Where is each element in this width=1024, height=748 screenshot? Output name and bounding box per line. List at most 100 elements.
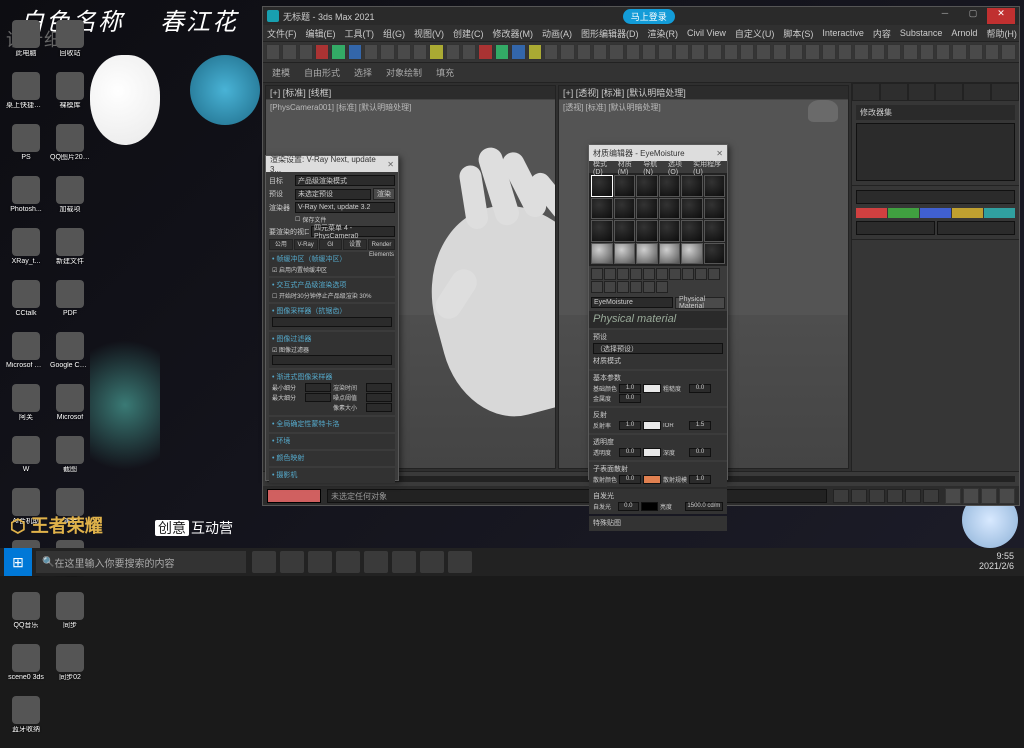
mat-menu-item[interactable]: 材质(M) (618, 159, 637, 176)
render-title[interactable]: 渲染设置: V-Ray Next, update 3...✕ (266, 156, 398, 172)
toolbar-button[interactable] (871, 44, 885, 60)
menu-item[interactable]: 视图(V) (414, 27, 444, 40)
material-slot[interactable] (636, 220, 658, 242)
desktop-icon[interactable]: 桌上快捷已改7x (5, 72, 47, 120)
maximize-button[interactable]: ▢ (959, 8, 987, 24)
toolbar-button[interactable] (691, 44, 705, 60)
ribbon-tab[interactable]: 建模 (266, 66, 296, 79)
menu-item[interactable]: 图形编辑器(D) (581, 27, 639, 40)
menu-item[interactable]: Civil View (687, 28, 726, 38)
material-type-button[interactable]: Physical Material (675, 297, 725, 309)
ribbon-tab[interactable]: 自由形式 (298, 66, 346, 79)
material-slot[interactable] (681, 198, 703, 220)
minimize-button[interactable]: ─ (931, 8, 959, 24)
toolbar-button[interactable] (544, 44, 558, 60)
mat-tool-button[interactable] (656, 268, 668, 280)
mat-tool-button[interactable] (617, 268, 629, 280)
render-tab[interactable]: 公用 (269, 239, 293, 250)
scatter-color-swatch[interactable] (643, 475, 661, 484)
toolbar-button[interactable] (773, 44, 787, 60)
login-button[interactable]: 马上登录 (623, 9, 675, 24)
sampler-type-dropdown[interactable] (272, 317, 392, 327)
target-dropdown[interactable]: 产品级渲染模式 (295, 175, 395, 186)
toolbar-button[interactable] (675, 44, 689, 60)
nav-zoom-icon[interactable] (963, 488, 979, 504)
menu-item[interactable]: 文件(F) (267, 27, 297, 40)
mat-menu[interactable]: 模式(D)材质(M)导航(N)选项(O)实用程序(U) (589, 161, 727, 173)
mat-menu-item[interactable]: 模式(D) (593, 159, 612, 176)
mat-tool-button[interactable] (708, 268, 720, 280)
desktop-icon[interactable]: 新建文件 (49, 228, 91, 276)
desktop-icon[interactable]: Photosh... (5, 176, 47, 224)
menu-item[interactable]: 动画(A) (542, 27, 572, 40)
taskbar-app[interactable] (308, 551, 332, 573)
taskbar-app[interactable] (448, 551, 472, 573)
toolbar-button[interactable] (724, 44, 738, 60)
material-slot[interactable] (659, 175, 681, 197)
desktop-icon[interactable]: QQ音乐 (5, 592, 47, 640)
preset-dropdown[interactable]: （选择预设） (593, 343, 723, 354)
material-editor-dialog[interactable]: 材质编辑器 - EyeMoisture✕ 模式(D)材质(M)导航(N)选项(O… (588, 144, 728, 480)
material-slot[interactable] (681, 175, 703, 197)
toolbar-button[interactable] (495, 44, 509, 60)
toolbar-button[interactable] (887, 44, 901, 60)
start-button[interactable]: ⊞ (4, 548, 32, 576)
toolbar-button[interactable] (528, 44, 542, 60)
material-slot[interactable] (614, 220, 636, 242)
playback-controls[interactable] (833, 489, 939, 503)
menu-item[interactable]: Substance (900, 28, 943, 38)
system-clock[interactable]: 9:552021/2/6 (979, 552, 1020, 572)
taskbar-app[interactable] (420, 551, 444, 573)
toolbar-button[interactable] (478, 44, 492, 60)
maxscript-button[interactable] (267, 489, 321, 503)
rollout-header[interactable]: 修改器集 (856, 105, 1015, 120)
desktop-icon[interactable]: 蓝牙收纳 (5, 696, 47, 744)
toolbar-button[interactable] (413, 44, 427, 60)
toolbar-button[interactable] (511, 44, 525, 60)
render-tab[interactable]: 设置 (343, 239, 367, 250)
mat-tool-button[interactable] (630, 281, 642, 293)
toolbar-button[interactable] (952, 44, 966, 60)
material-slot[interactable] (591, 198, 613, 220)
mat-tool-button[interactable] (695, 268, 707, 280)
mat-tool-button[interactable] (591, 268, 603, 280)
material-slot[interactable] (659, 220, 681, 242)
ribbon-tab[interactable]: 填充 (430, 66, 460, 79)
toolbar-button[interactable] (707, 44, 721, 60)
mat-toolbar[interactable] (589, 266, 727, 295)
mat-tool-button[interactable] (630, 268, 642, 280)
desktop-icon[interactable]: 此电脑 (5, 20, 47, 68)
material-slot[interactable] (704, 243, 726, 265)
mat-tool-button[interactable] (682, 268, 694, 280)
material-slot[interactable] (704, 220, 726, 242)
ribbon-tab[interactable]: 对象绘制 (380, 66, 428, 79)
material-slot[interactable] (636, 243, 658, 265)
nav-orbit-icon[interactable] (981, 488, 997, 504)
mat-menu-item[interactable]: 选项(O) (668, 159, 687, 176)
toolbar-button[interactable] (364, 44, 378, 60)
toolbar-button[interactable] (380, 44, 394, 60)
menu-item[interactable]: 修改器(M) (493, 27, 534, 40)
desktop-icon[interactable]: Microsof Edge (5, 332, 47, 380)
desktop-icon[interactable]: XRay_t... (5, 228, 47, 276)
menu-item[interactable]: 编辑(E) (306, 27, 336, 40)
desktop-icon[interactable]: 加载项 (49, 176, 91, 224)
taskbar-app[interactable] (252, 551, 276, 573)
material-slot[interactable] (704, 175, 726, 197)
renderer-dropdown[interactable]: V-Ray Next, update 3.2 (295, 202, 395, 213)
material-slot[interactable] (614, 243, 636, 265)
desktop-icon[interactable]: 截图 (49, 436, 91, 484)
menu-item[interactable]: 渲染(R) (648, 27, 679, 40)
viewcube-icon[interactable] (808, 100, 838, 122)
material-slot[interactable] (681, 243, 703, 265)
material-slot[interactable] (614, 198, 636, 220)
taskbar-app[interactable] (364, 551, 388, 573)
menu-item[interactable]: 组(G) (383, 27, 405, 40)
toolbar-button[interactable] (609, 44, 623, 60)
toolbar-button[interactable] (985, 44, 999, 60)
toolbar-button[interactable] (642, 44, 656, 60)
toolbar-button[interactable] (577, 44, 591, 60)
desktop-icon[interactable]: PS (5, 124, 47, 172)
menu-item[interactable]: 帮助(H) (986, 27, 1017, 40)
toolbar-button[interactable] (462, 44, 476, 60)
